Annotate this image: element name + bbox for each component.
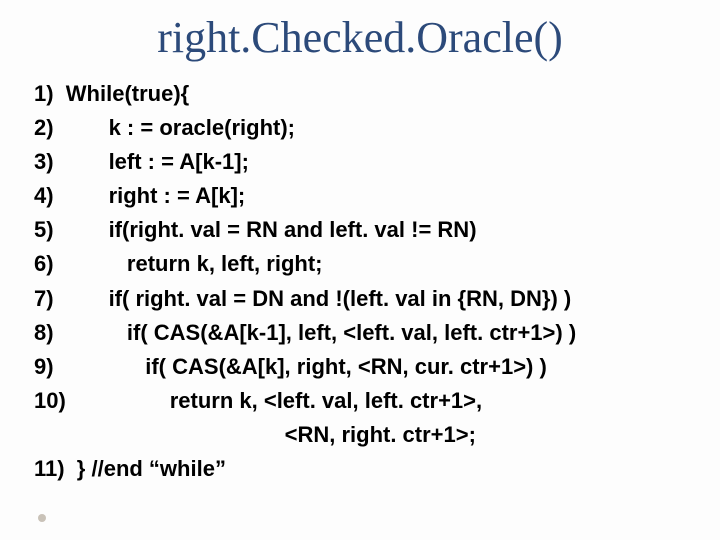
- code-line-5: 5) if(right. val = RN and left. val != R…: [34, 217, 477, 242]
- code-line-7: 7) if( right. val = DN and !(left. val i…: [34, 286, 571, 311]
- slide-bullet-decoration: [38, 514, 46, 522]
- code-line-8: 8) if( CAS(&A[k-1], left, <left. val, le…: [34, 320, 576, 345]
- code-line-11: 11) } //end “while”: [34, 456, 226, 481]
- code-line-9: 9) if( CAS(&A[k], right, <RN, cur. ctr+1…: [34, 354, 547, 379]
- code-line-6: 6) return k, left, right;: [34, 251, 322, 276]
- slide-title: right.Checked.Oracle(): [30, 8, 690, 63]
- code-line-10-cont: <RN, right. ctr+1>;: [34, 422, 476, 447]
- code-line-2: 2) k : = oracle(right);: [34, 115, 295, 140]
- code-line-1: 1) While(true){: [34, 81, 189, 106]
- code-line-3: 3) left : = A[k-1];: [34, 149, 249, 174]
- code-line-10: 10) return k, <left. val, left. ctr+1>,: [34, 388, 482, 413]
- slide: right.Checked.Oracle() 1) While(true){ 2…: [0, 0, 720, 540]
- code-line-4: 4) right : = A[k];: [34, 183, 245, 208]
- pseudocode-block: 1) While(true){ 2) k : = oracle(right); …: [34, 77, 690, 486]
